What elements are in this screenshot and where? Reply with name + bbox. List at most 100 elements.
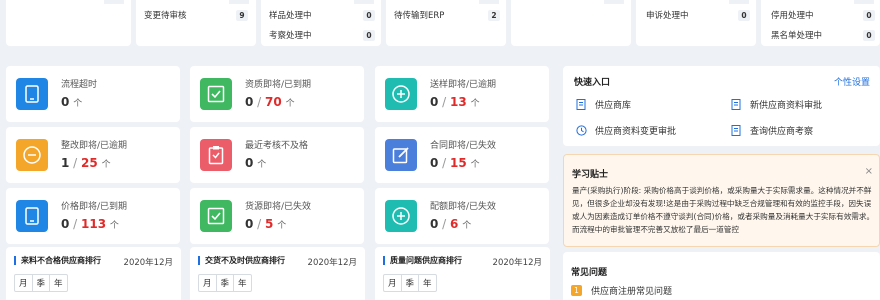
quick-link-query-inspection[interactable]: 查询供应商考察 bbox=[731, 124, 813, 137]
metric-title: 流程超时 bbox=[61, 80, 98, 90]
metric-card-rectification-overdue[interactable]: 整改即将/已逾期 1 / 25 个 bbox=[6, 127, 180, 183]
ranking-date[interactable]: 2020年12月 bbox=[493, 256, 542, 268]
status-card-7: 停用处理中 0 黑名单处理中 0 bbox=[761, 0, 880, 46]
learning-tips-panel: 学习贴士 × 量产(采购执行)阶段: 采购价格高于谈判价格，或采购量大于实际需求… bbox=[563, 154, 880, 247]
metric-value: 1 / 25 个 bbox=[61, 156, 111, 170]
status-row-sample-processing[interactable]: 样品处理中 0 bbox=[269, 8, 375, 22]
quick-link-new-supplier-approval[interactable]: 新供应商资料审批 bbox=[731, 98, 822, 111]
period-year-button[interactable]: 年 bbox=[50, 275, 67, 291]
metric-value: 0 / 5 个 bbox=[245, 217, 287, 231]
personal-settings-link[interactable]: 个性设置 bbox=[834, 75, 870, 88]
quick-entry-title: 快速入口 bbox=[574, 78, 611, 88]
metric-title: 最近考核不及格 bbox=[245, 141, 309, 151]
document-icon bbox=[731, 99, 742, 110]
status-count: 0 bbox=[363, 9, 375, 21]
phone-icon bbox=[16, 200, 48, 232]
period-month-button[interactable]: 月 bbox=[15, 275, 33, 291]
period-month-button[interactable]: 月 bbox=[199, 275, 217, 291]
quick-entry-panel: 快速入口 个性设置 供应商库 新供应商资料审批 供应商资料变更审批 查询供应商考… bbox=[563, 66, 880, 146]
status-count: 9 bbox=[236, 9, 248, 21]
period-toggle: 月 季 年 bbox=[198, 274, 252, 292]
plus-circle-icon bbox=[385, 200, 417, 232]
check-square-icon bbox=[200, 78, 232, 110]
quick-link-supplier-change-approval[interactable]: 供应商资料变更审批 bbox=[576, 124, 676, 137]
check-square-icon bbox=[200, 200, 232, 232]
plus-circle-icon bbox=[385, 78, 417, 110]
faq-panel: 常见问题 1 供应商注册常见问题 bbox=[563, 252, 880, 300]
ranking-card-late-delivery: 交货不及时供应商排行 2020年12月 月 季 年 bbox=[190, 247, 365, 300]
metric-value: 0 / 15 个 bbox=[430, 156, 480, 170]
status-row-inspection-processing[interactable]: 考察处理中 0 bbox=[269, 28, 375, 42]
metric-title: 配额即将/已失效 bbox=[430, 202, 497, 212]
status-label: 停用处理中 bbox=[771, 11, 814, 21]
period-year-button[interactable]: 年 bbox=[419, 275, 436, 291]
status-label: 变更待审核 bbox=[144, 11, 187, 21]
status-tag-remnant bbox=[854, 0, 874, 4]
document-icon bbox=[731, 125, 742, 136]
status-card-5 bbox=[511, 0, 631, 46]
status-card-1 bbox=[6, 0, 131, 46]
period-toggle: 月 季 年 bbox=[383, 274, 437, 292]
metric-value: 0 / 113 个 bbox=[61, 217, 119, 231]
status-row-change-review[interactable]: 变更待审核 9 bbox=[144, 8, 248, 22]
metric-value: 0 个 bbox=[61, 95, 83, 109]
clock-icon bbox=[576, 125, 587, 136]
metric-card-qualification-expiry[interactable]: 资质即将/已到期 0 / 70 个 bbox=[190, 66, 364, 122]
metric-card-contract-expiry[interactable]: 合同即将/已失效 0 / 15 个 bbox=[375, 127, 549, 183]
status-tag-remnant bbox=[354, 0, 374, 4]
status-label: 申诉处理中 bbox=[646, 11, 689, 21]
ranking-card-quality-issue: 质量问题供应商排行 2020年12月 月 季 年 bbox=[375, 247, 550, 300]
faq-number-badge: 1 bbox=[571, 285, 582, 296]
metric-card-assessment-failed[interactable]: 最近考核不及格 0 个 bbox=[190, 127, 364, 183]
status-card-6: 申诉处理中 0 bbox=[636, 0, 756, 46]
status-tag-remnant bbox=[604, 0, 624, 4]
status-card-3: 样品处理中 0 考察处理中 0 bbox=[261, 0, 381, 46]
ranking-date[interactable]: 2020年12月 bbox=[308, 256, 357, 268]
faq-item-label: 供应商注册常见问题 bbox=[591, 287, 673, 297]
close-icon[interactable]: × bbox=[865, 166, 873, 177]
minus-circle-icon bbox=[16, 139, 48, 171]
status-count: 0 bbox=[863, 9, 875, 21]
period-month-button[interactable]: 月 bbox=[384, 275, 402, 291]
metric-card-quota-expiry[interactable]: 配额即将/已失效 0 / 6 个 bbox=[375, 188, 549, 244]
status-tag-remnant bbox=[229, 0, 249, 4]
phone-icon bbox=[16, 78, 48, 110]
metric-title: 送样即将/已逾期 bbox=[430, 80, 497, 90]
edit-icon bbox=[385, 139, 417, 171]
status-tag-remnant bbox=[104, 0, 124, 4]
metric-card-supply-expiry[interactable]: 货源即将/已失效 0 / 5 个 bbox=[190, 188, 364, 244]
status-label: 黑名单处理中 bbox=[771, 31, 823, 41]
status-row-appeal-processing[interactable]: 申诉处理中 0 bbox=[646, 8, 750, 22]
status-row-disable-processing[interactable]: 停用处理中 0 bbox=[771, 8, 875, 22]
ranking-date[interactable]: 2020年12月 bbox=[124, 256, 173, 268]
ranking-title: 来料不合格供应商排行 bbox=[14, 256, 101, 265]
ranking-card-nonconforming: 来料不合格供应商排行 2020年12月 月 季 年 bbox=[6, 247, 181, 300]
document-icon bbox=[576, 99, 587, 110]
status-tag-remnant bbox=[729, 0, 749, 4]
period-year-button[interactable]: 年 bbox=[234, 275, 251, 291]
status-count: 2 bbox=[488, 9, 500, 21]
status-card-4: 待传输到ERP 2 bbox=[386, 0, 506, 46]
metric-title: 整改即将/已逾期 bbox=[61, 141, 128, 151]
period-quarter-button[interactable]: 季 bbox=[217, 275, 235, 291]
metric-title: 资质即将/已到期 bbox=[245, 80, 312, 90]
quick-link-label: 查询供应商考察 bbox=[750, 127, 814, 137]
tips-title: 学习贴士 bbox=[572, 170, 609, 180]
faq-title: 常见问题 bbox=[571, 268, 608, 278]
status-row-erp-transfer[interactable]: 待传输到ERP 2 bbox=[394, 8, 500, 22]
status-tag-remnant bbox=[479, 0, 499, 4]
metric-card-price-expiry[interactable]: 价格即将/已到期 0 / 113 个 bbox=[6, 188, 180, 244]
quick-link-label: 供应商资料变更审批 bbox=[595, 127, 677, 137]
status-count: 0 bbox=[738, 9, 750, 21]
metric-card-sample-overdue[interactable]: 送样即将/已逾期 0 / 13 个 bbox=[375, 66, 549, 122]
status-label: 样品处理中 bbox=[269, 11, 312, 21]
quick-link-label: 供应商库 bbox=[595, 101, 632, 111]
faq-item[interactable]: 1 供应商注册常见问题 bbox=[571, 284, 672, 297]
period-quarter-button[interactable]: 季 bbox=[33, 275, 51, 291]
period-quarter-button[interactable]: 季 bbox=[402, 275, 420, 291]
metric-card-process-timeout[interactable]: 流程超时 0 个 bbox=[6, 66, 180, 122]
status-label: 考察处理中 bbox=[269, 31, 312, 41]
metric-title: 合同即将/已失效 bbox=[430, 141, 497, 151]
status-row-blacklist-processing[interactable]: 黑名单处理中 0 bbox=[771, 28, 875, 42]
quick-link-supplier-library[interactable]: 供应商库 bbox=[576, 98, 631, 111]
